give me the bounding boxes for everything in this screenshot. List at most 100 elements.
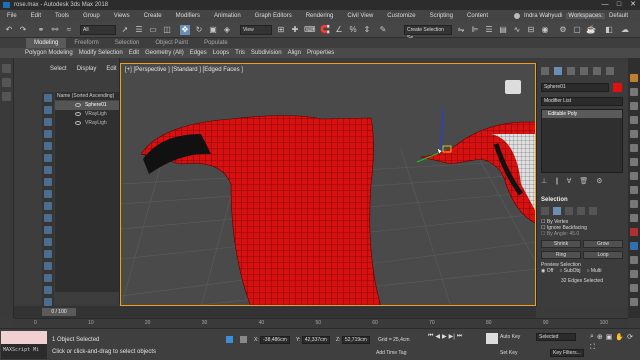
selection-filter-select[interactable]: All: [80, 25, 116, 35]
angle-snap-icon[interactable]: ∠: [334, 25, 344, 35]
ribbon-polygon-modeling[interactable]: Polygon Modeling: [22, 50, 76, 56]
link-icon[interactable]: ⚭: [36, 25, 46, 35]
reference-coord-select[interactable]: View: [240, 25, 272, 35]
filter-bones-icon[interactable]: [44, 190, 52, 198]
ribbon-tris[interactable]: Tris: [232, 50, 248, 56]
minimize-button[interactable]: —: [598, 0, 612, 10]
keyboard-shortcut-icon[interactable]: ⌨: [304, 25, 316, 35]
filter-none-icon[interactable]: [44, 250, 52, 258]
filter-lights-icon[interactable]: [44, 118, 52, 126]
move-icon[interactable]: ✥: [180, 25, 190, 35]
isolate-selection-icon[interactable]: [226, 336, 233, 343]
align-icon[interactable]: ⊫: [470, 25, 480, 35]
window-crossing-icon[interactable]: ◫: [162, 25, 172, 35]
hierarchy-icon[interactable]: [2, 92, 11, 101]
edge-level-icon[interactable]: [553, 207, 561, 215]
plugin-icon-13[interactable]: [630, 242, 638, 250]
ribbon-geometry-all[interactable]: Geometry (All): [142, 50, 187, 56]
menu-content[interactable]: Content: [460, 13, 495, 19]
modify-tab-icon[interactable]: [554, 67, 562, 75]
go-to-start-icon[interactable]: ⏮: [428, 333, 433, 355]
filter-helpers-icon[interactable]: [44, 142, 52, 150]
tab-modeling[interactable]: Modeling: [26, 38, 67, 48]
material-editor-icon[interactable]: ◉: [540, 25, 550, 35]
plugin-icon-6[interactable]: [630, 144, 638, 152]
viewcube-icon[interactable]: [505, 80, 521, 94]
edit-named-selection-icon[interactable]: ✎: [378, 25, 388, 35]
rotate-icon[interactable]: ↻: [194, 25, 204, 35]
named-selection-set-select[interactable]: Create Selection Se: [404, 25, 452, 41]
list-item[interactable]: VRayLigh: [55, 119, 119, 128]
spinner-snap-icon[interactable]: ⇕: [362, 25, 372, 35]
ribbon-loops[interactable]: Loops: [210, 50, 232, 56]
filter-spacewarps-icon[interactable]: [44, 154, 52, 162]
plugin-icon-8[interactable]: [630, 172, 638, 180]
placement-icon[interactable]: ◈: [222, 25, 232, 35]
menu-tools[interactable]: Tools: [48, 13, 76, 19]
render-production-icon[interactable]: ◧: [604, 25, 614, 35]
tab-selection[interactable]: Selection: [107, 38, 148, 48]
plugin-icon-12[interactable]: [630, 228, 638, 236]
explorer-menu-edit[interactable]: Edit: [106, 66, 116, 76]
grow-button[interactable]: Grow: [583, 240, 623, 248]
modifier-list-select[interactable]: Modifier List: [541, 97, 623, 106]
explorer-menu-select[interactable]: Select: [50, 66, 67, 76]
selection-lock-icon[interactable]: [240, 336, 247, 343]
find-icon[interactable]: [44, 274, 52, 282]
render-icon[interactable]: ☕: [586, 25, 596, 35]
viewport-label[interactable]: [+] [Perspective ] [Standard ] [Edged Fa…: [125, 67, 243, 73]
object-name-field[interactable]: Sphere01: [541, 83, 609, 92]
zoom-extents-icon[interactable]: ▣: [606, 333, 613, 341]
menu-file[interactable]: File: [0, 13, 24, 19]
show-end-result-icon[interactable]: ∥: [555, 177, 559, 185]
visibility-eye-icon[interactable]: [75, 121, 81, 125]
ribbon-edges[interactable]: Edges: [187, 50, 210, 56]
next-frame-icon[interactable]: ▶|: [449, 333, 455, 355]
curve-editor-icon[interactable]: ∿: [512, 25, 522, 35]
pin-stack-icon[interactable]: ⊥: [541, 177, 547, 185]
schematic-view-icon[interactable]: ⊟: [526, 25, 536, 35]
menu-civil-view[interactable]: Civil View: [340, 13, 380, 19]
tab-freeform[interactable]: Freeform: [66, 38, 106, 48]
set-key-button[interactable]: Set Key: [500, 349, 518, 357]
vertex-level-icon[interactable]: [541, 207, 549, 215]
maxscript-output[interactable]: [1, 331, 47, 344]
filter-cameras-icon[interactable]: [44, 130, 52, 138]
plugin-icon-5[interactable]: [630, 130, 638, 138]
shrink-button[interactable]: Shrink: [541, 240, 581, 248]
stack-item-editable-poly[interactable]: Editable Poly: [542, 110, 622, 118]
add-time-tag[interactable]: Add Time Tag: [376, 349, 406, 357]
track-bar[interactable]: 0 10 20 30 40 50 60 70 80 90 100: [14, 318, 628, 328]
plugin-icon-1[interactable]: [630, 74, 638, 82]
loop-button[interactable]: Loop: [583, 251, 623, 259]
go-to-end-icon[interactable]: ⏭: [457, 333, 462, 355]
ribbon-modify-selection[interactable]: Modify Selection: [76, 50, 126, 56]
menu-animation[interactable]: Animation: [207, 13, 248, 19]
preview-multi-radio[interactable]: ○ Multi: [586, 268, 601, 274]
create-icon[interactable]: [2, 64, 11, 73]
tab-populate[interactable]: Populate: [196, 38, 236, 48]
auto-key-button[interactable]: Auto Key: [500, 333, 520, 341]
layer-manager-icon[interactable]: [44, 298, 52, 306]
plugin-icon-14[interactable]: [630, 256, 638, 264]
user-name[interactable]: Indra Wahyudi: [524, 13, 562, 19]
render-setup-icon[interactable]: ⚙: [558, 25, 568, 35]
user-icon[interactable]: [513, 13, 520, 19]
key-filter-select[interactable]: Selected: [536, 333, 576, 341]
time-slider-track[interactable]: 0 / 100: [14, 306, 536, 318]
plugin-icon-2[interactable]: [630, 88, 638, 96]
element-level-icon[interactable]: [589, 207, 597, 215]
filter-containers-icon[interactable]: [44, 202, 52, 210]
zoom-icon[interactable]: ⌕: [590, 333, 594, 341]
z-field[interactable]: 52,719cm: [341, 336, 370, 344]
plugin-icon-16[interactable]: [630, 284, 638, 292]
remove-modifier-icon[interactable]: 🗑: [579, 177, 588, 185]
display-tab-icon[interactable]: [593, 67, 601, 75]
orbit-icon[interactable]: ⟳: [627, 333, 633, 341]
close-button[interactable]: ✕: [626, 0, 640, 10]
ribbon-edit[interactable]: Edit: [126, 50, 142, 56]
y-field[interactable]: 42,337cm: [301, 336, 330, 344]
zoom-all-icon[interactable]: ⊕: [597, 333, 603, 341]
set-key-icon[interactable]: [486, 333, 498, 344]
menu-graph-editors[interactable]: Graph Editors: [248, 13, 299, 19]
